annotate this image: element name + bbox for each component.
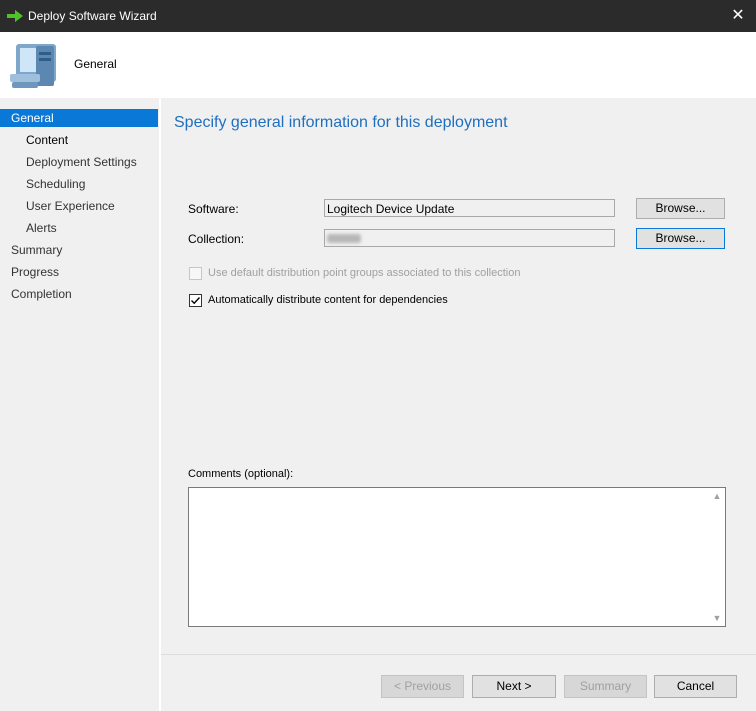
checkmark-icon <box>191 297 201 305</box>
redacted-collection-name <box>327 234 361 243</box>
wizard-header: General <box>0 32 756 98</box>
cancel-button[interactable]: Cancel <box>654 675 737 698</box>
auto-distribute-checkbox[interactable] <box>189 294 202 307</box>
nav-item-alerts[interactable]: Alerts <box>0 219 158 237</box>
page-title: Specify general information for this dep… <box>174 114 508 131</box>
previous-button[interactable]: < Previous <box>381 675 464 698</box>
nav-item-scheduling[interactable]: Scheduling <box>0 175 158 193</box>
close-icon[interactable]: ✕ <box>720 0 756 32</box>
arrow-right-icon <box>7 10 23 22</box>
next-button[interactable]: Next > <box>472 675 556 698</box>
browse-collection-button[interactable]: Browse... <box>636 228 725 249</box>
browse-software-button[interactable]: Browse... <box>636 198 725 219</box>
wizard-steps-nav: General Content Deployment Settings Sche… <box>0 98 159 711</box>
main-panel: Specify general information for this dep… <box>161 98 756 711</box>
header-title: General <box>74 57 117 71</box>
nav-item-user-experience[interactable]: User Experience <box>0 197 158 215</box>
nav-item-content[interactable]: Content <box>0 131 158 149</box>
software-field: Logitech Device Update <box>324 199 615 217</box>
collection-field <box>324 229 615 247</box>
summary-button[interactable]: Summary <box>564 675 647 698</box>
nav-item-deployment-settings[interactable]: Deployment Settings <box>0 153 158 171</box>
software-label: Software: <box>188 202 239 216</box>
nav-item-completion[interactable]: Completion <box>0 285 158 303</box>
collection-label: Collection: <box>188 232 245 246</box>
comments-textarea[interactable]: ▲ ▼ <box>188 487 726 627</box>
window-title: Deploy Software Wizard <box>28 9 157 23</box>
scroll-up-icon[interactable]: ▲ <box>712 491 722 501</box>
comments-label: Comments (optional): <box>188 468 294 480</box>
default-dp-checkbox[interactable] <box>189 267 202 280</box>
scroll-down-icon[interactable]: ▼ <box>712 613 722 623</box>
nav-item-summary[interactable]: Summary <box>0 241 158 259</box>
computer-icon <box>10 44 56 88</box>
nav-item-progress[interactable]: Progress <box>0 263 158 281</box>
default-dp-label: Use default distribution point groups as… <box>208 267 521 279</box>
footer-divider <box>161 654 756 655</box>
title-bar: Deploy Software Wizard ✕ <box>0 0 756 32</box>
nav-item-general[interactable]: General <box>0 109 158 127</box>
auto-distribute-label: Automatically distribute content for dep… <box>208 294 448 306</box>
